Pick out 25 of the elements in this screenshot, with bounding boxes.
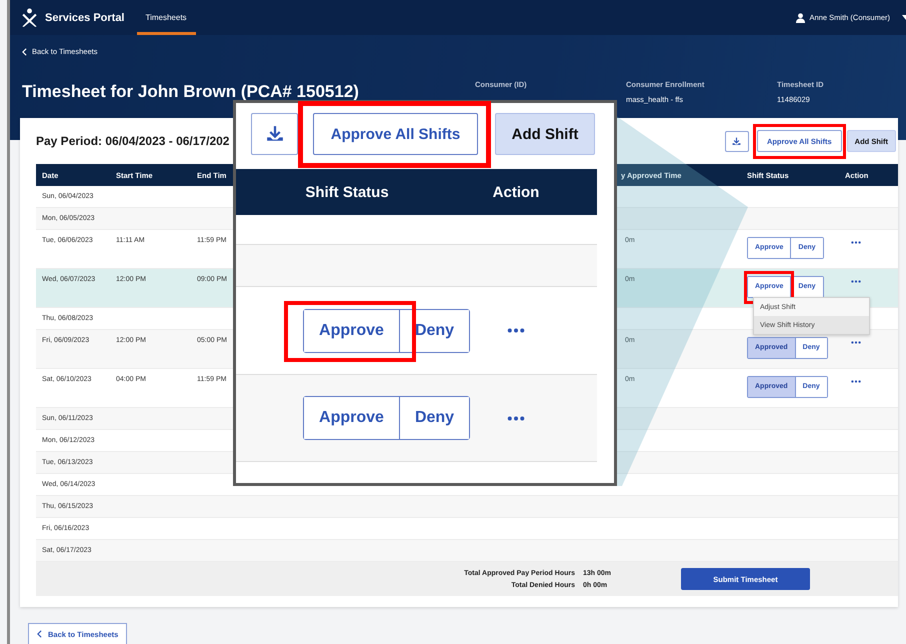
approve-button[interactable]: Approve [304, 397, 399, 439]
download-button[interactable] [251, 113, 298, 155]
logo-icon [22, 8, 37, 27]
more-icon[interactable] [851, 380, 861, 383]
download-icon [732, 136, 742, 146]
brand-name: Services Portal [45, 12, 124, 24]
column-header: Action [492, 184, 540, 200]
nav-tab[interactable]: Timesheets [136, 0, 196, 35]
page-title: Timesheet for John Brown (PCA# 150512) [22, 82, 360, 102]
more-icon[interactable] [851, 341, 861, 344]
user-icon [796, 12, 805, 22]
approve-all-button[interactable]: Approve All Shifts [313, 113, 478, 155]
add-shift-button[interactable]: Add Shift [495, 113, 595, 155]
deny-button[interactable]: Deny [399, 397, 469, 439]
chevron-left-icon [22, 48, 27, 56]
more-icon[interactable] [851, 280, 861, 283]
more-icon[interactable] [507, 416, 525, 420]
chevron-left-icon [37, 630, 42, 638]
deny-button[interactable]: Deny [399, 310, 469, 352]
more-icon[interactable] [851, 241, 861, 244]
column-header: Shift Status [304, 184, 390, 200]
pay-period-title: Pay Period: 06/04/2023 - 06/17/202 [36, 134, 230, 148]
more-icon[interactable] [507, 328, 525, 333]
download-icon [266, 125, 284, 143]
download-button[interactable] [724, 130, 749, 152]
